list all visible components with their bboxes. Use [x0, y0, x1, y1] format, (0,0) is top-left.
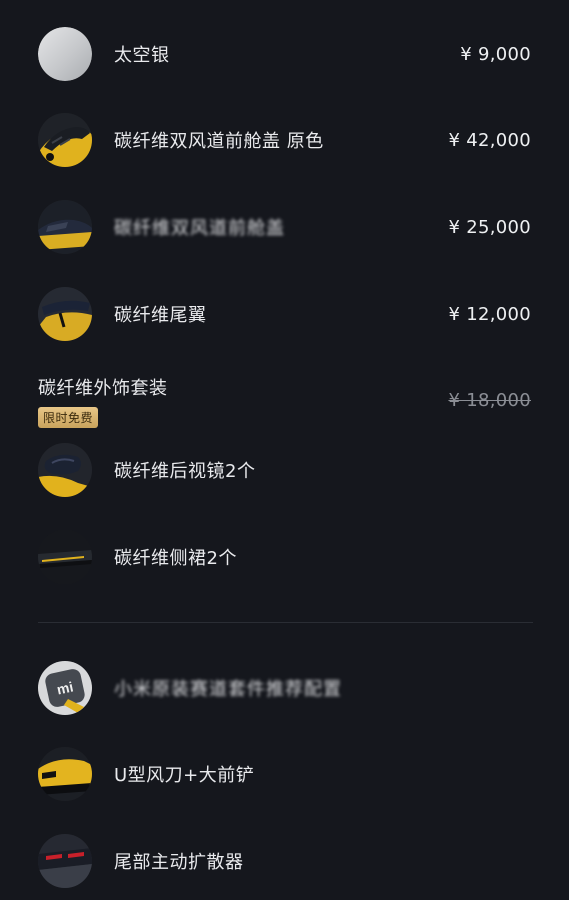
- option-row-silver[interactable]: 太空银 ¥ 9,000: [38, 27, 531, 81]
- option-label: 碳纤维尾翼: [114, 305, 207, 326]
- option-row-blurred[interactable]: 碳纤维双风道前舱盖 ¥ 25,000: [38, 200, 531, 254]
- option-price: ¥ 12,000: [448, 303, 531, 325]
- silver-swatch-icon: [38, 27, 92, 81]
- option-label: 碳纤维后视镜2个: [114, 461, 256, 482]
- side-skirt-icon: [38, 530, 92, 584]
- options-list-page: 太空银 ¥ 9,000 碳纤维双风道前舱盖 原色 ¥ 42,000 碳纤维双风道…: [0, 0, 569, 900]
- option-price: ¥ 25,000: [448, 216, 531, 238]
- option-price: ¥ 42,000: [448, 129, 531, 151]
- option-label: 碳纤维双风道前舱盖 原色: [114, 131, 324, 152]
- svg-text:mi: mi: [55, 678, 74, 697]
- extra-row-front-splitter[interactable]: U型风刀+大前铲: [38, 747, 531, 801]
- package-original-price: ¥ 18,000: [448, 390, 531, 411]
- extra-row-mi-package[interactable]: mi 小米原装赛道套件推荐配置: [38, 661, 531, 715]
- option-label: U型风刀+大前铲: [114, 765, 255, 786]
- car-side-icon: [38, 200, 92, 254]
- option-label: 太空银: [114, 45, 170, 66]
- option-label: 碳纤维双风道前舱盖: [114, 218, 285, 239]
- front-splitter-icon: [38, 747, 92, 801]
- option-label: 小米原装赛道套件推荐配置: [114, 679, 342, 700]
- mirror-icon: [38, 443, 92, 497]
- option-row-front-hood[interactable]: 碳纤维双风道前舱盖 原色 ¥ 42,000: [38, 113, 531, 167]
- mi-logo-icon: mi: [38, 661, 92, 715]
- extra-row-rear-diffuser[interactable]: 尾部主动扩散器: [38, 834, 531, 888]
- section-divider: [38, 622, 533, 623]
- rear-diffuser-icon: [38, 834, 92, 888]
- free-badge: 限时免费: [38, 407, 99, 428]
- rear-wing-icon: [38, 287, 92, 341]
- package-item-mirror[interactable]: 碳纤维后视镜2个: [38, 443, 531, 497]
- package-carbon-exterior[interactable]: 碳纤维外饰套装 限时免费 ¥ 18,000: [38, 374, 531, 428]
- option-price: ¥ 9,000: [460, 43, 531, 65]
- front-hood-icon: [38, 113, 92, 167]
- option-label: 碳纤维侧裙2个: [114, 548, 237, 569]
- package-item-side-skirt[interactable]: 碳纤维侧裙2个: [38, 530, 531, 584]
- option-row-rear-wing[interactable]: 碳纤维尾翼 ¥ 12,000: [38, 287, 531, 341]
- option-label: 尾部主动扩散器: [114, 852, 244, 873]
